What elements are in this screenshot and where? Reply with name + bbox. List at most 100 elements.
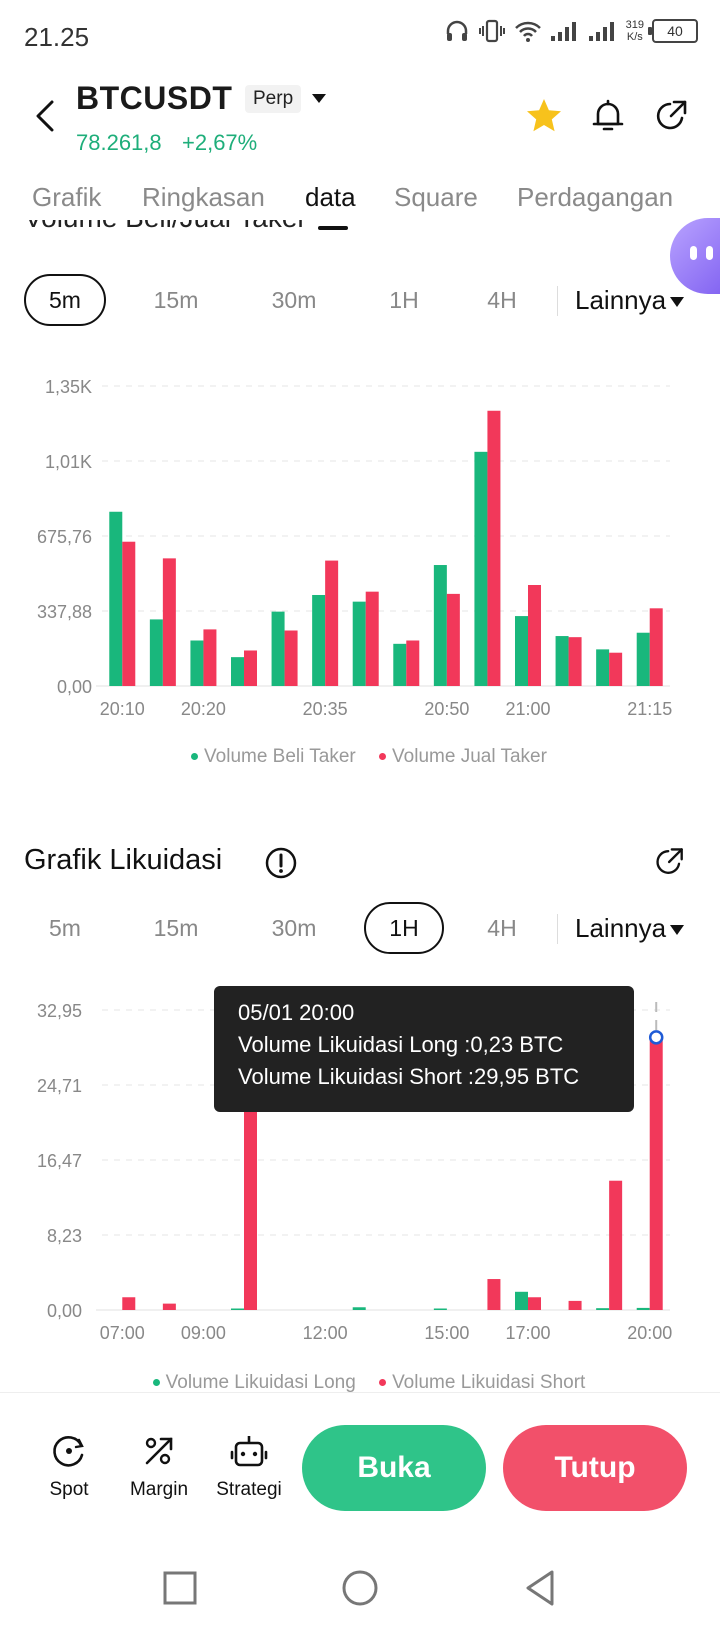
tab-perdagangan[interactable]: Perdagangan [517,182,673,213]
y-tick-label: 0,00 [57,677,92,697]
vibrate-icon [478,19,505,43]
status-icons: 319 K/s 40 [444,18,698,44]
margin-icon [145,1437,173,1465]
y-tick-label: 0,00 [47,1301,82,1321]
y-tick-label: 8,23 [47,1226,82,1246]
bar-series-2 [122,541,136,686]
x-tick-label: 17:00 [505,1323,550,1343]
caret-down-icon [670,925,685,936]
legend-dot-sell [379,753,387,761]
liquidation-legend: Volume Likuidasi Long Volume Likuidasi S… [0,1372,720,1392]
tab-grafik[interactable]: Grafik [32,182,101,213]
net-speed: 319 K/s [626,19,644,43]
bar-series-1 [352,601,366,686]
liq-interval-15m[interactable]: 15m [136,902,216,954]
liq-interval-4h[interactable]: 4H [462,902,542,954]
tooltip-time: 05/01 20:00 [238,1000,355,1025]
recent-apps-icon[interactable] [162,1570,198,1606]
star-icon[interactable] [524,96,564,136]
perp-badge[interactable]: Perp [245,85,302,113]
info-icon[interactable] [264,846,298,880]
robot-icon [230,1436,268,1467]
margin-button[interactable]: Margin [119,1431,199,1501]
bar-series-2 [406,640,420,686]
headphones-icon [446,20,467,41]
bar-series-1 [555,636,569,686]
taker-volume-chart[interactable]: 0,00 337,88 675,76 1,01K 1,35K 20:10 20:20 20:3… [0,370,720,730]
symbol-title[interactable]: BTCUSDT [76,80,232,117]
bar-series-2 [649,608,663,686]
bell-icon[interactable] [588,96,628,136]
taker-interval-selector: 5m 15m 30m 1H 4H Lainnya [0,274,720,330]
bar-series-1 [515,1291,528,1310]
taker-interval-more[interactable]: Lainnya [575,274,685,326]
strategy-button[interactable]: Strategi [209,1431,289,1501]
bar-series-1 [149,619,163,686]
x-tick-label: 20:35 [303,699,348,719]
liquidation-interval-selector: 5m 15m 30m 1H 4H Lainnya [0,902,720,958]
taker-interval-15m[interactable]: 15m [136,274,216,326]
status-time: 21.25 [24,22,90,52]
bar-series-2 [446,593,460,686]
x-tick-label: 20:10 [100,699,145,719]
more-label: Lainnya [575,913,667,943]
bar-series-2 [528,585,541,686]
open-position-button[interactable]: Buka [302,1425,486,1511]
spot-button[interactable]: Spot [29,1431,109,1501]
y-tick-label: 675,76 [37,527,92,547]
bar-series-1 [515,616,528,686]
x-tick-label: 07:00 [100,1323,145,1343]
legend-buy-label: Volume Beli Taker [204,746,356,767]
taker-interval-4h[interactable]: 4H [462,274,542,326]
legend-dot-long [152,1379,160,1387]
share-icon[interactable] [652,96,692,136]
caret-down-icon[interactable] [312,94,326,103]
taker-section-title-clipped: Volume Beli/Jual Taker [0,220,720,248]
tab-ringkasan[interactable]: Ringkasan [142,182,265,213]
x-tick-label: 09:00 [181,1323,226,1343]
x-tick-label: 20:00 [627,1323,672,1343]
liq-interval-30m[interactable]: 30m [254,902,334,954]
taker-legend: Volume Beli Taker Volume Jual Taker [0,746,720,768]
taker-interval-1h[interactable]: 1H [364,274,444,326]
signal-2-icon [588,22,614,41]
bar-series-1 [433,565,447,686]
taker-interval-30m[interactable]: 30m [254,274,334,326]
bar-series-1 [231,657,244,686]
net-speed-value: 319 [625,19,644,31]
back-arrow-icon[interactable] [28,96,64,136]
taker-section-title: Volume Beli/Jual Taker [24,220,307,234]
liq-interval-1h[interactable]: 1H [364,902,444,954]
liq-interval-more[interactable]: Lainnya [575,902,685,954]
bar-series-1 [109,511,123,686]
system-nav-bar [0,1540,720,1640]
back-nav-icon[interactable] [522,1568,558,1608]
bar-series-2 [162,558,176,686]
taker-interval-5m[interactable]: 5m [24,274,106,326]
more-label: Lainnya [575,285,667,315]
spot-icon [53,1436,84,1467]
net-speed-unit: K/s [626,31,643,43]
tab-square[interactable]: Square [394,182,478,213]
spot-label: Spot [49,1479,89,1500]
bar-series-2 [325,560,339,686]
share-icon[interactable] [652,844,688,880]
strategy-label: Strategi [216,1479,282,1500]
status-bar: 21.25 319 K/s 40 [0,0,720,72]
x-tick-label: 20:50 [424,699,469,719]
home-icon[interactable] [340,1568,380,1608]
bar-series-2 [487,410,501,686]
close-position-button[interactable]: Tutup [503,1425,687,1511]
bar-series-1 [636,1307,650,1310]
bar-series-2 [487,1279,501,1310]
x-tick-label: 21:15 [627,699,672,719]
bar-series-1 [190,640,204,686]
bottom-action-bar: Spot Margin Strategi Buka Tutup [0,1392,720,1513]
liq-interval-5m[interactable]: 5m [24,902,106,954]
bar-series-1 [433,1308,447,1310]
tab-data[interactable]: data [305,182,356,213]
price-change: +2,67% [182,130,258,155]
bar-series-2 [365,591,379,686]
bar-series-2 [568,637,582,686]
y-tick-label: 337,88 [37,602,92,622]
